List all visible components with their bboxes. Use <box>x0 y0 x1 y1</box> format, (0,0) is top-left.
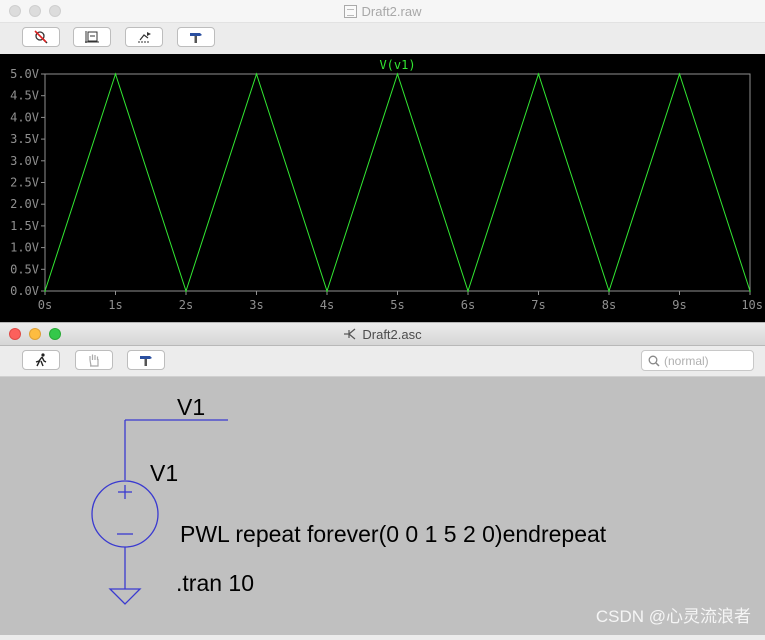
watermark: CSDN @心灵流浪者 <box>595 607 751 626</box>
data-point <box>608 290 610 292</box>
zoom-button[interactable] <box>49 5 61 17</box>
search-field[interactable]: (normal) <box>641 350 754 371</box>
data-point <box>326 290 328 292</box>
x-tick-label: 6s <box>461 298 475 312</box>
y-tick-label: 2.5V <box>10 176 39 190</box>
y-tick-label: 2.0V <box>10 197 39 211</box>
window-title-text: Draft2.raw <box>361 3 422 19</box>
hammer-button[interactable] <box>177 27 215 47</box>
x-tick-label: 4s <box>320 298 334 312</box>
x-tick-label: 9s <box>672 298 686 312</box>
schematic-titlebar[interactable]: Draft2.asc <box>0 323 765 346</box>
hand-icon <box>89 354 99 367</box>
schematic-canvas[interactable]: V1 V1 PWL repeat forever(0 0 1 5 2 0)end… <box>0 377 765 635</box>
y-tick-label: 5.0V <box>10 67 39 81</box>
x-tick-label: 1s <box>108 298 122 312</box>
window-title-text: Draft2.asc <box>362 326 422 342</box>
autorange-icon <box>85 31 99 43</box>
close-button[interactable] <box>9 5 21 17</box>
y-tick-label: 4.5V <box>10 89 39 103</box>
net-label[interactable]: V1 <box>177 394 205 420</box>
y-tick-label: 3.5V <box>10 132 39 146</box>
data-point <box>749 290 751 292</box>
y-tick-label: 0.0V <box>10 284 39 298</box>
data-point <box>467 290 469 292</box>
minimize-button[interactable] <box>29 5 41 17</box>
x-tick-label: 10s <box>741 298 763 312</box>
pan-icon <box>138 32 151 43</box>
y-tick-label: 1.5V <box>10 219 39 233</box>
schematic-window: Draft2.asc (normal) V1 V1 PWL repeat for… <box>0 322 765 635</box>
waveform-titlebar[interactable]: Draft2.raw <box>0 0 765 23</box>
waveform-window: Draft2.raw 0.0V 0.5V 1.0V 1.5V 2.0V 2.5V… <box>0 0 765 322</box>
minimize-button[interactable] <box>29 328 41 340</box>
x-tick-label: 5s <box>390 298 404 312</box>
zoom-button[interactable] <box>49 328 61 340</box>
data-point <box>114 73 117 75</box>
x-tick-label: 3s <box>249 298 263 312</box>
schematic-toolbar: (normal) <box>0 346 765 377</box>
window-controls <box>9 328 61 340</box>
waveform-toolbar <box>0 23 765 53</box>
window-title: Draft2.raw <box>343 3 422 19</box>
waveform-plot[interactable]: 0.0V 0.5V 1.0V 1.5V 2.0V 2.5V 3.0V 3.5V 4.0V 4.5V… <box>0 54 765 322</box>
schematic-drawing: V1 V1 PWL repeat forever(0 0 1 5 2 0)end… <box>91 394 607 605</box>
schematic-file-icon <box>344 328 356 339</box>
data-point <box>537 73 540 75</box>
y-tick-label: 0.5V <box>10 262 39 276</box>
hammer-icon <box>140 356 152 366</box>
zoom-cancel-icon <box>34 30 48 44</box>
trace-label[interactable]: V(v1) <box>379 58 415 72</box>
waveform-chart: 0.0V 0.5V 1.0V 1.5V 2.0V 2.5V 3.0V 3.5V 4.0V 4.5V… <box>10 58 763 312</box>
spice-directive[interactable]: .tran 10 <box>176 570 254 596</box>
run-button[interactable] <box>22 350 60 370</box>
y-tick-label: 1.0V <box>10 241 39 255</box>
close-button[interactable] <box>9 328 21 340</box>
x-tick-label: 0s <box>38 298 52 312</box>
hammer-button[interactable] <box>127 350 165 370</box>
window-title: Draft2.asc <box>343 326 422 342</box>
x-tick-label: 8s <box>602 298 616 312</box>
running-man-icon <box>35 353 47 367</box>
search-placeholder: (normal) <box>664 353 709 368</box>
window-controls <box>9 5 61 17</box>
source-value-label[interactable]: PWL repeat forever(0 0 1 5 2 0)endrepeat <box>180 521 607 547</box>
ground-icon[interactable] <box>108 588 142 605</box>
zoom-cancel-button[interactable] <box>22 27 60 47</box>
halt-button[interactable] <box>75 350 113 370</box>
data-point <box>44 290 46 292</box>
search-icon <box>648 355 660 367</box>
y-tick-label: 4.0V <box>10 110 39 124</box>
data-point <box>396 73 399 75</box>
data-point <box>678 73 681 75</box>
hammer-icon <box>190 33 202 43</box>
y-tick-label: 3.0V <box>10 154 39 168</box>
data-point <box>255 73 258 75</box>
series-line-v-v1[interactable] <box>44 72 751 293</box>
x-tick-label: 7s <box>531 298 545 312</box>
source-name-label[interactable]: V1 <box>150 460 178 486</box>
x-tick-label: 2s <box>179 298 193 312</box>
autorange-button[interactable] <box>73 27 111 47</box>
pan-button[interactable] <box>125 27 163 47</box>
data-point <box>185 290 187 292</box>
document-icon <box>343 4 357 18</box>
